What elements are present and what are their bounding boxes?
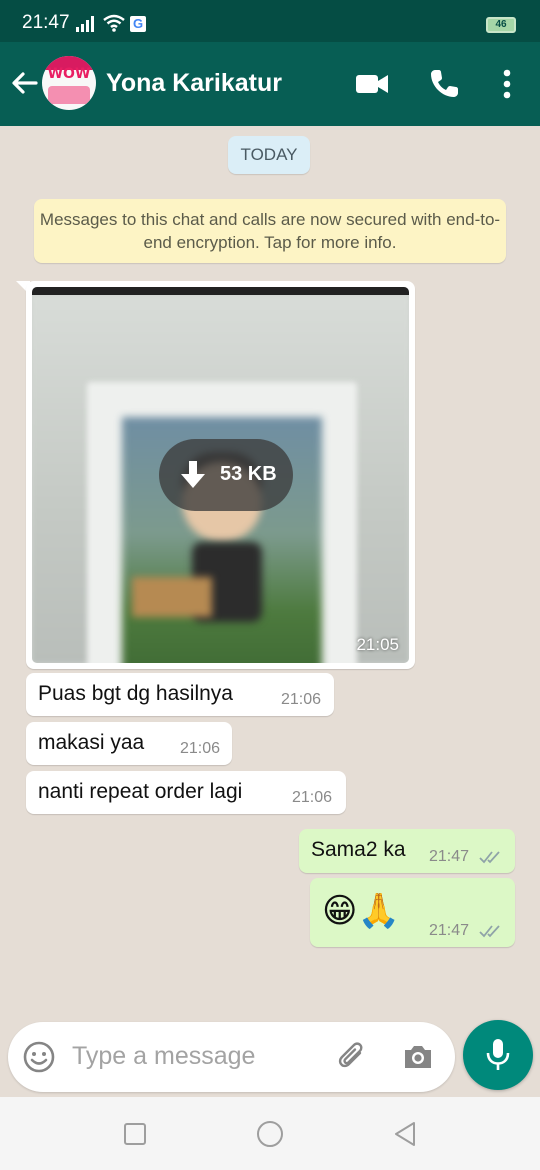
double-check-icon [479, 851, 500, 864]
google-icon: G [130, 16, 146, 32]
message-text: nanti repeat order lagi [38, 780, 243, 803]
download-arrow-icon [181, 461, 205, 488]
message-time: 21:47 [429, 848, 470, 865]
back-arrow-icon[interactable] [8, 66, 42, 100]
outgoing-message[interactable]: 😁🙏 21:47 [310, 878, 515, 947]
chat-header: WOW Yona Karikatur [0, 42, 540, 126]
attach-icon[interactable] [336, 1040, 370, 1074]
message-text: makasi yaa [38, 731, 145, 754]
wifi-icon [103, 14, 125, 32]
message-time: 21:06 [180, 740, 221, 757]
mic-icon [486, 1039, 510, 1070]
avatar[interactable]: WOW [42, 56, 96, 110]
emoji-message-text: 😁🙏 [322, 891, 400, 931]
message-time: 21:05 [356, 635, 399, 654]
avatar-logo-text: WOW [47, 66, 91, 82]
status-bar: 21:47 G 46 [0, 0, 540, 42]
image-message[interactable]: 53 KB 21:05 [26, 281, 415, 669]
system-nav-bar [0, 1097, 540, 1170]
video-call-icon[interactable] [352, 64, 392, 104]
message-input[interactable]: Type a message [72, 1042, 255, 1071]
double-check-icon [479, 925, 500, 938]
incoming-message[interactable]: makasi yaa 21:06 [26, 722, 232, 765]
encryption-notice[interactable]: Messages to this chat and calls are now … [34, 199, 506, 263]
message-text: Sama2 ka [311, 838, 406, 861]
incoming-message[interactable]: Puas bgt dg hasilnya 21:06 [26, 673, 334, 716]
battery-icon: 46 [486, 17, 516, 33]
download-button[interactable]: 53 KB [159, 439, 293, 511]
recent-apps-icon[interactable] [120, 1119, 150, 1149]
outgoing-message[interactable]: Sama2 ka 21:47 [299, 829, 515, 873]
mic-button[interactable] [463, 1020, 533, 1090]
message-composer: Type a message [8, 1022, 455, 1092]
contact-name[interactable]: Yona Karikatur [106, 69, 282, 98]
chat-area[interactable]: TODAY Messages to this chat and calls ar… [0, 126, 540, 1097]
download-size: 53 KB [220, 463, 277, 485]
home-icon[interactable] [255, 1119, 285, 1149]
camera-icon[interactable] [401, 1040, 435, 1074]
voice-call-icon[interactable] [424, 64, 464, 104]
more-vertical-icon[interactable] [487, 64, 527, 104]
photo-top-edge [32, 287, 409, 295]
incoming-message[interactable]: nanti repeat order lagi 21:06 [26, 771, 346, 814]
message-time: 21:06 [292, 789, 333, 806]
message-text: Puas bgt dg hasilnya [38, 682, 233, 705]
photo-sign [132, 577, 212, 617]
blurred-photo-thumbnail[interactable]: 53 KB 21:05 [32, 287, 409, 663]
emoji-icon[interactable] [22, 1040, 56, 1074]
date-divider: TODAY [228, 136, 310, 174]
signal-icon [76, 16, 94, 32]
message-time: 21:47 [429, 922, 470, 939]
avatar-graphic [48, 86, 90, 104]
message-time: 21:06 [281, 691, 322, 708]
status-time: 21:47 [22, 12, 70, 33]
back-nav-icon[interactable] [390, 1119, 420, 1149]
